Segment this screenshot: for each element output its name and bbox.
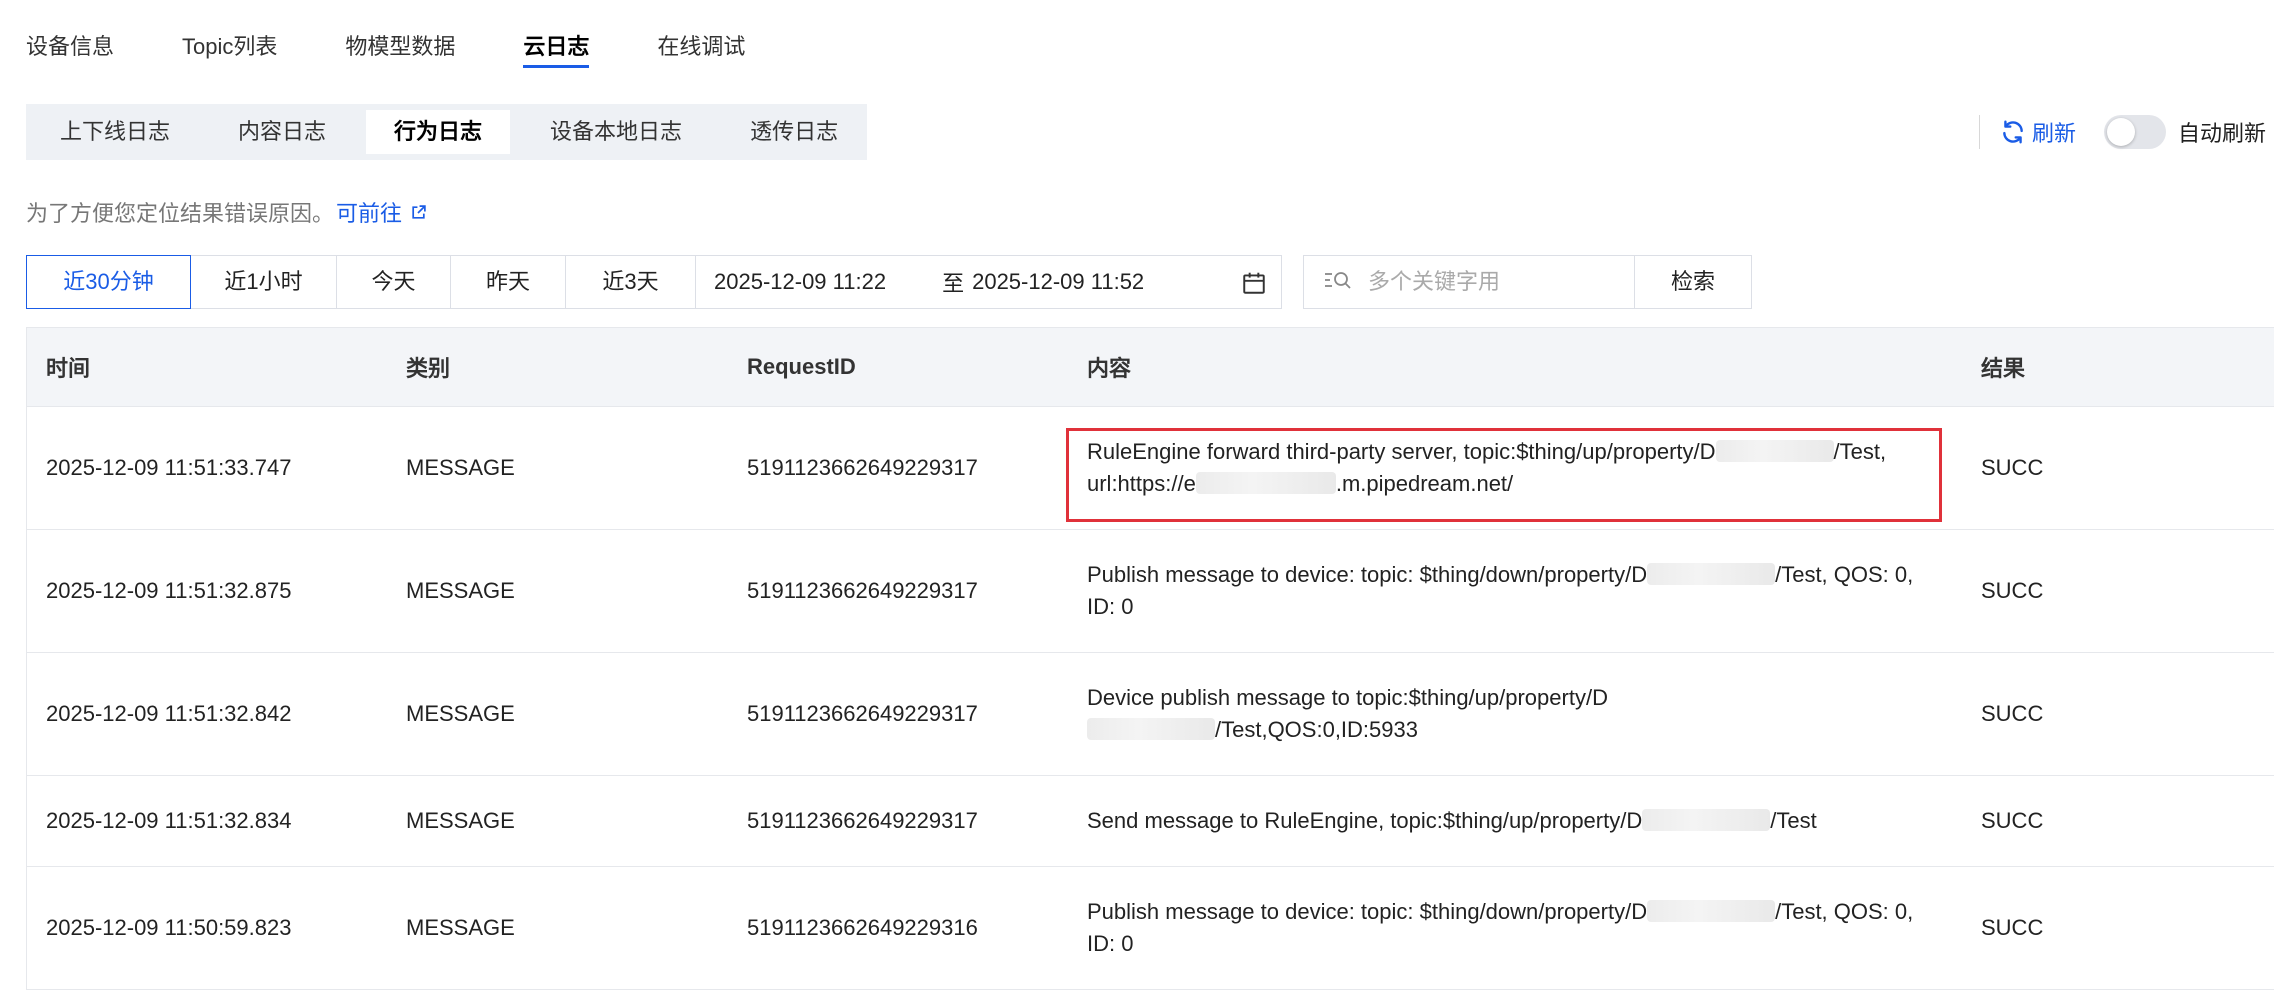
col-request-id: RequestID (747, 354, 856, 379)
keyword-search-input[interactable] (1366, 268, 1606, 296)
subtab-behavior-log[interactable]: 行为日志 (366, 110, 511, 154)
content-text: /Test,QOS:0,ID:5933 (1215, 717, 1418, 742)
cell-time: 2025-12-09 11:50:59.823 (46, 915, 292, 940)
cell-time: 2025-12-09 11:51:32.842 (46, 701, 292, 726)
cell-type: MESSAGE (406, 701, 515, 726)
content-text: RuleEngine forward third-party server, t… (1087, 439, 1716, 464)
date-separator: 至 (942, 271, 965, 296)
tab-device-info[interactable]: 设备信息 (26, 0, 114, 68)
cell-type: MESSAGE (406, 578, 515, 603)
cell-content: RuleEngine forward third-party server, t… (1087, 436, 1947, 500)
cell-type: MESSAGE (406, 808, 515, 833)
cell-content: Device publish message to topic:$thing/u… (1087, 682, 1727, 746)
cell-type: MESSAGE (406, 455, 515, 480)
table-row: 2025-12-09 11:51:32.842 MESSAGE 51911236… (27, 653, 2274, 776)
subtab-online-offline-log[interactable]: 上下线日志 (32, 110, 198, 154)
cell-type: MESSAGE (406, 915, 515, 940)
auto-refresh-toggle[interactable] (2103, 115, 2166, 149)
cell-time: 2025-12-09 11:51:32.875 (46, 578, 292, 603)
log-table: 时间 类别 RequestID 内容 结果 2025-12-09 11:51:3… (26, 327, 2274, 990)
auto-refresh-label: 自动刷新 (2177, 121, 2266, 146)
calendar-icon (1243, 272, 1265, 294)
time-btn-1hour[interactable]: 近1小时 (191, 255, 337, 309)
content-text: Publish message to device: topic: $thing… (1087, 899, 1648, 924)
redacted-block (1195, 472, 1336, 494)
cell-request-id: 5191123662649229316 (747, 915, 978, 940)
content-text: Send message to RuleEngine, topic:$thing… (1087, 808, 1643, 833)
cell-content: Send message to RuleEngine, topic:$thing… (1087, 805, 1947, 837)
table-row: 2025-12-09 11:51:33.747 MESSAGE 51911236… (27, 407, 2274, 530)
redacted-block (1087, 718, 1215, 740)
table-header: 时间 类别 RequestID 内容 结果 (27, 327, 2274, 407)
refresh-button[interactable]: 刷新 (2000, 116, 2076, 148)
subtab-device-local-log[interactable]: 设备本地日志 (522, 110, 710, 154)
col-time: 时间 (46, 356, 91, 381)
table-row: 2025-12-09 11:51:32.875 MESSAGE 51911236… (27, 530, 2274, 653)
content-text: Device publish message to topic:$thing/u… (1087, 685, 1608, 710)
col-content: 内容 (1087, 356, 1132, 381)
content-text: Publish message to device: topic: $thing… (1087, 562, 1648, 587)
redacted-block (1647, 563, 1776, 585)
search-icon (1325, 272, 1351, 289)
cell-result: SUCC (1981, 808, 2044, 833)
tab-topic-list[interactable]: Topic列表 (182, 0, 277, 68)
col-result: 结果 (1981, 356, 2026, 381)
redacted-block (1715, 440, 1834, 462)
cell-time: 2025-12-09 11:51:32.834 (46, 808, 292, 833)
divider (1978, 115, 1980, 149)
cell-request-id: 5191123662649229317 (747, 455, 978, 480)
search-button[interactable]: 检索 (1635, 255, 1752, 309)
cell-request-id: 5191123662649229317 (747, 701, 978, 726)
time-btn-3days[interactable]: 近3天 (566, 255, 696, 309)
cell-result: SUCC (1981, 578, 2044, 603)
cell-content: Publish message to device: topic: $thing… (1087, 559, 1947, 623)
time-filter-bar: 近30分钟 近1小时 今天 昨天 近3天 2025-12-09 11:22 至 … (26, 255, 1282, 309)
cell-time: 2025-12-09 11:51:33.747 (46, 455, 292, 480)
cell-result: SUCC (1981, 701, 2044, 726)
subtab-passthrough-log[interactable]: 透传日志 (722, 110, 866, 154)
date-start: 2025-12-09 11:22 (714, 269, 887, 294)
date-range-picker[interactable]: 2025-12-09 11:22 至 2025-12-09 11:52 (696, 255, 1282, 309)
redacted-block (1642, 809, 1771, 831)
toggle-knob (2106, 118, 2135, 146)
subtab-content-log[interactable]: 内容日志 (210, 110, 354, 154)
content-text: /Test (1770, 808, 1817, 833)
log-type-tabs: 上下线日志 内容日志 行为日志 设备本地日志 透传日志 (26, 104, 867, 160)
hint-message: 为了方便您定位结果错误原因。 (26, 201, 335, 226)
cell-request-id: 5191123662649229317 (747, 578, 978, 603)
refresh-controls: 刷新 自动刷新 (1978, 110, 2266, 154)
tab-cloud-log[interactable]: 云日志 (523, 0, 590, 68)
redacted-block (1647, 900, 1776, 922)
goto-link[interactable]: 可前往 (336, 196, 427, 228)
external-link-icon (412, 204, 426, 219)
refresh-icon (2003, 120, 2023, 144)
time-btn-30min[interactable]: 近30分钟 (26, 255, 191, 309)
hint-text: 为了方便您定位结果错误原因。 可前往 (26, 196, 427, 228)
table-row: 2025-12-09 11:50:59.823 MESSAGE 51911236… (27, 867, 2274, 990)
cell-result: SUCC (1981, 915, 2044, 940)
cell-content: Publish message to device: topic: $thing… (1087, 896, 1947, 960)
goto-link-label: 可前往 (336, 201, 403, 226)
content-text: .m.pipedream.net/ (1335, 471, 1514, 496)
tab-online-debug[interactable]: 在线调试 (657, 0, 745, 68)
col-type: 类别 (406, 356, 451, 381)
date-end: 2025-12-09 11:52 (972, 269, 1145, 294)
cell-result: SUCC (1981, 455, 2044, 480)
time-btn-today[interactable]: 今天 (337, 255, 451, 309)
tab-thing-model-data[interactable]: 物模型数据 (345, 0, 455, 68)
time-btn-yesterday[interactable]: 昨天 (451, 255, 566, 309)
refresh-label: 刷新 (2031, 121, 2076, 146)
keyword-search-box (1303, 255, 1635, 309)
top-tab-bar: 设备信息 Topic列表 物模型数据 云日志 在线调试 (26, 0, 813, 72)
cell-request-id: 5191123662649229317 (747, 808, 978, 833)
table-row: 2025-12-09 11:51:32.834 MESSAGE 51911236… (27, 776, 2274, 867)
